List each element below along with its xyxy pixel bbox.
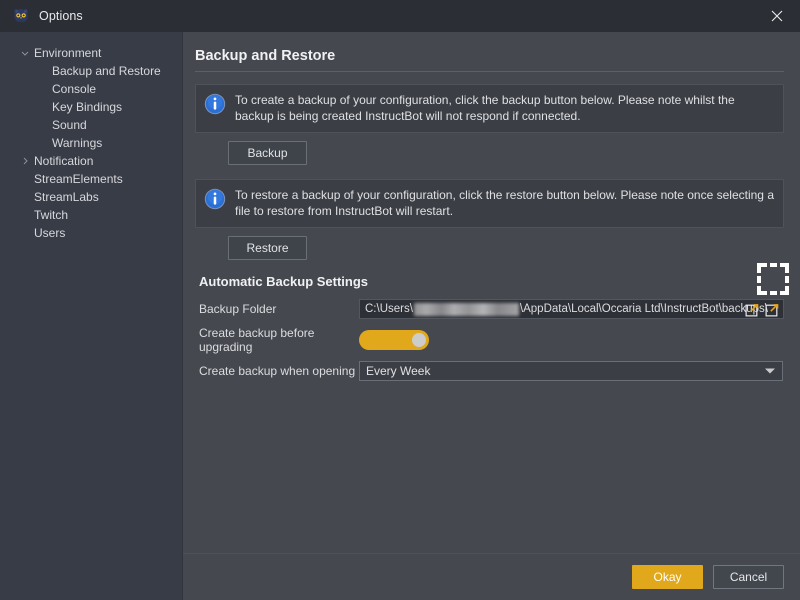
- create-backup-before-upgrading-toggle[interactable]: [359, 330, 429, 350]
- sidebar-item-backup-and-restore[interactable]: Backup and Restore: [0, 62, 182, 80]
- chevron-down-icon[interactable]: [18, 46, 32, 60]
- sidebar-item-label: Warnings: [52, 136, 102, 150]
- sidebar-item-label: Key Bindings: [52, 100, 122, 114]
- backup-button[interactable]: Backup: [228, 141, 307, 165]
- sidebar-item-sound[interactable]: Sound: [0, 116, 182, 134]
- sidebar-item-label: Backup and Restore: [52, 64, 161, 78]
- sidebar-item-label: Console: [52, 82, 96, 96]
- backup-folder-path-suffix: \AppData\Local\Occaria Ltd\InstructBot\b…: [520, 303, 768, 315]
- sidebar-item-users[interactable]: Users: [0, 224, 182, 242]
- info-icon: [204, 93, 226, 115]
- owl-logo-icon: [12, 7, 30, 25]
- backup-button-row: Backup: [228, 141, 784, 165]
- open-folder-icon[interactable]: [744, 301, 761, 318]
- sidebar-item-label: Sound: [52, 118, 87, 132]
- backup-info-text: To create a backup of your configuration…: [235, 92, 774, 124]
- opening-frequency-label: Create backup when opening: [195, 364, 359, 378]
- backup-folder-label: Backup Folder: [195, 302, 359, 316]
- dialog-footer: Okay Cancel: [183, 553, 800, 600]
- sidebar-item-notification[interactable]: Notification: [0, 152, 182, 170]
- upgrade-toggle-label: Create backup before upgrading: [195, 326, 359, 354]
- close-icon[interactable]: [754, 0, 800, 32]
- backup-folder-actions: [744, 301, 781, 318]
- chevron-right-icon[interactable]: [18, 154, 32, 168]
- sidebar-item-label: StreamElements: [34, 172, 123, 186]
- sidebar-item-warnings[interactable]: Warnings: [0, 134, 182, 152]
- browse-folder-icon[interactable]: [764, 301, 781, 318]
- restore-info-panel: To restore a backup of your configuratio…: [195, 179, 784, 228]
- sidebar-item-streamelements[interactable]: StreamElements: [0, 170, 182, 188]
- restore-button[interactable]: Restore: [228, 236, 307, 260]
- restore-button-row: Restore: [228, 236, 784, 260]
- sidebar-item-label: Twitch: [34, 208, 68, 222]
- page-title: Backup and Restore: [195, 48, 784, 64]
- redacted-username: [414, 303, 519, 316]
- sidebar-item-streamlabs[interactable]: StreamLabs: [0, 188, 182, 206]
- sidebar-item-label: Environment: [34, 46, 101, 60]
- backup-and-restore-panel: Backup and Restore To create a backup o: [183, 32, 800, 553]
- title-divider: [195, 71, 784, 72]
- sidebar-item-environment[interactable]: Environment: [0, 44, 182, 62]
- sidebar-item-twitch[interactable]: Twitch: [0, 206, 182, 224]
- window-title: Options: [39, 9, 83, 23]
- backup-info-panel: To create a backup of your configuration…: [195, 84, 784, 133]
- sidebar-item-label: StreamLabs: [34, 190, 99, 204]
- sidebar-item-console[interactable]: Console: [0, 80, 182, 98]
- sidebar-item-key-bindings[interactable]: Key Bindings: [0, 98, 182, 116]
- select-value: Every Week: [366, 364, 430, 378]
- title-bar: Options: [0, 0, 800, 32]
- sidebar-item-label: Users: [34, 226, 65, 240]
- create-backup-when-opening-select[interactable]: Every Week: [359, 361, 783, 381]
- toggle-knob: [412, 333, 426, 347]
- sidebar-item-label: Notification: [34, 154, 93, 168]
- settings-tree: Environment Backup and Restore Console K…: [0, 32, 183, 600]
- backup-folder-input[interactable]: C:\Users\ \AppData\Local\Occaria Ltd\Ins…: [359, 299, 784, 319]
- info-icon: [204, 188, 226, 210]
- okay-button[interactable]: Okay: [632, 565, 703, 589]
- opening-frequency-row: Create backup when opening Every Week: [195, 360, 784, 382]
- upgrade-toggle-row: Create backup before upgrading: [195, 329, 784, 351]
- chevron-down-icon[interactable]: [765, 369, 775, 374]
- options-window: Options Environment Backup and Restore C…: [0, 0, 800, 600]
- section-title-automatic-backup: Automatic Backup Settings: [199, 274, 784, 289]
- backup-folder-row: Backup Folder C:\Users\ \AppData\Local\O…: [195, 298, 784, 320]
- cancel-button[interactable]: Cancel: [713, 565, 784, 589]
- window-body: Environment Backup and Restore Console K…: [0, 32, 800, 600]
- settings-content: Backup and Restore To create a backup o: [183, 32, 800, 600]
- backup-folder-path-prefix: C:\Users\: [365, 303, 413, 315]
- restore-info-text: To restore a backup of your configuratio…: [235, 187, 774, 219]
